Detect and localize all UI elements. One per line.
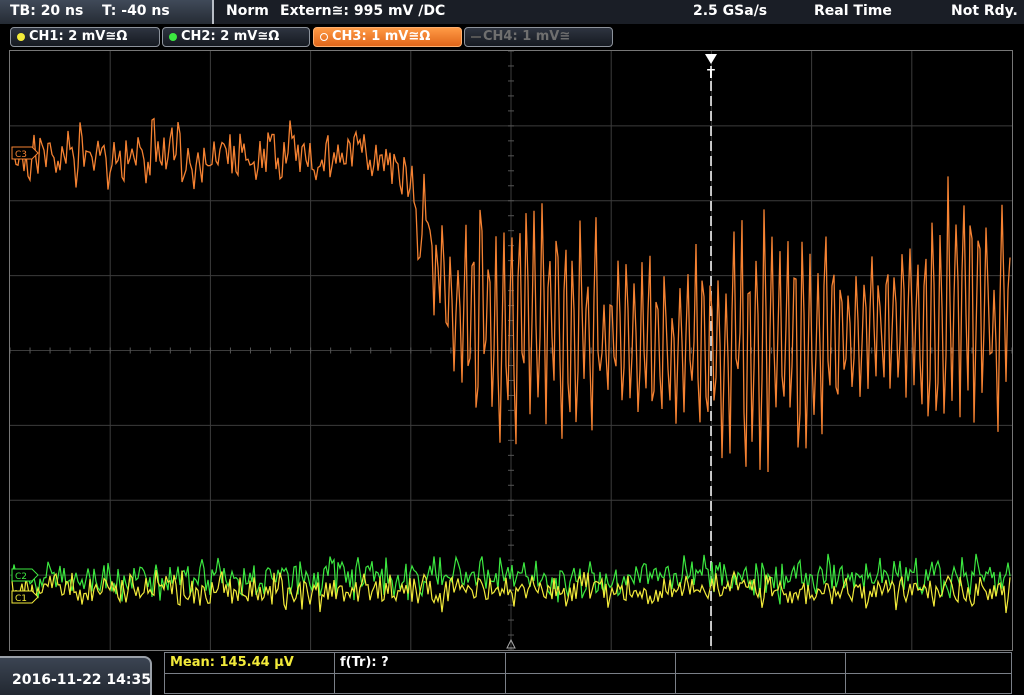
measurement-cell-3[interactable]: [506, 653, 676, 674]
datetime-label: 2016-11-22 14:35: [12, 672, 151, 688]
measurement-table[interactable]: Mean: 145.44 µV f(Tr): ?: [164, 652, 1012, 694]
measurement-cell-6[interactable]: [165, 674, 335, 694]
measurement-cell-1[interactable]: Mean: 145.44 µV: [165, 653, 335, 674]
measurement-cell-2[interactable]: f(Tr): ?: [335, 653, 506, 674]
display-frame: [9, 50, 1013, 651]
bottom-bar: 2016-11-22 14:35 Mean: 145.44 µV f(Tr): …: [0, 651, 1024, 695]
measurement-cell-9[interactable]: [676, 674, 846, 694]
measurement-cell-5[interactable]: [846, 653, 1011, 674]
measurement-cell-8[interactable]: [506, 674, 676, 694]
measurement-cell-4[interactable]: [676, 653, 846, 674]
measurement-cell-10[interactable]: [846, 674, 1011, 694]
mean-measurement: Mean: 145.44 µV: [170, 655, 294, 670]
measurement-cell-7[interactable]: [335, 674, 506, 694]
datetime-box[interactable]: 2016-11-22 14:35: [0, 656, 152, 695]
rise-frequency-measurement: f(Tr): ?: [340, 655, 389, 670]
